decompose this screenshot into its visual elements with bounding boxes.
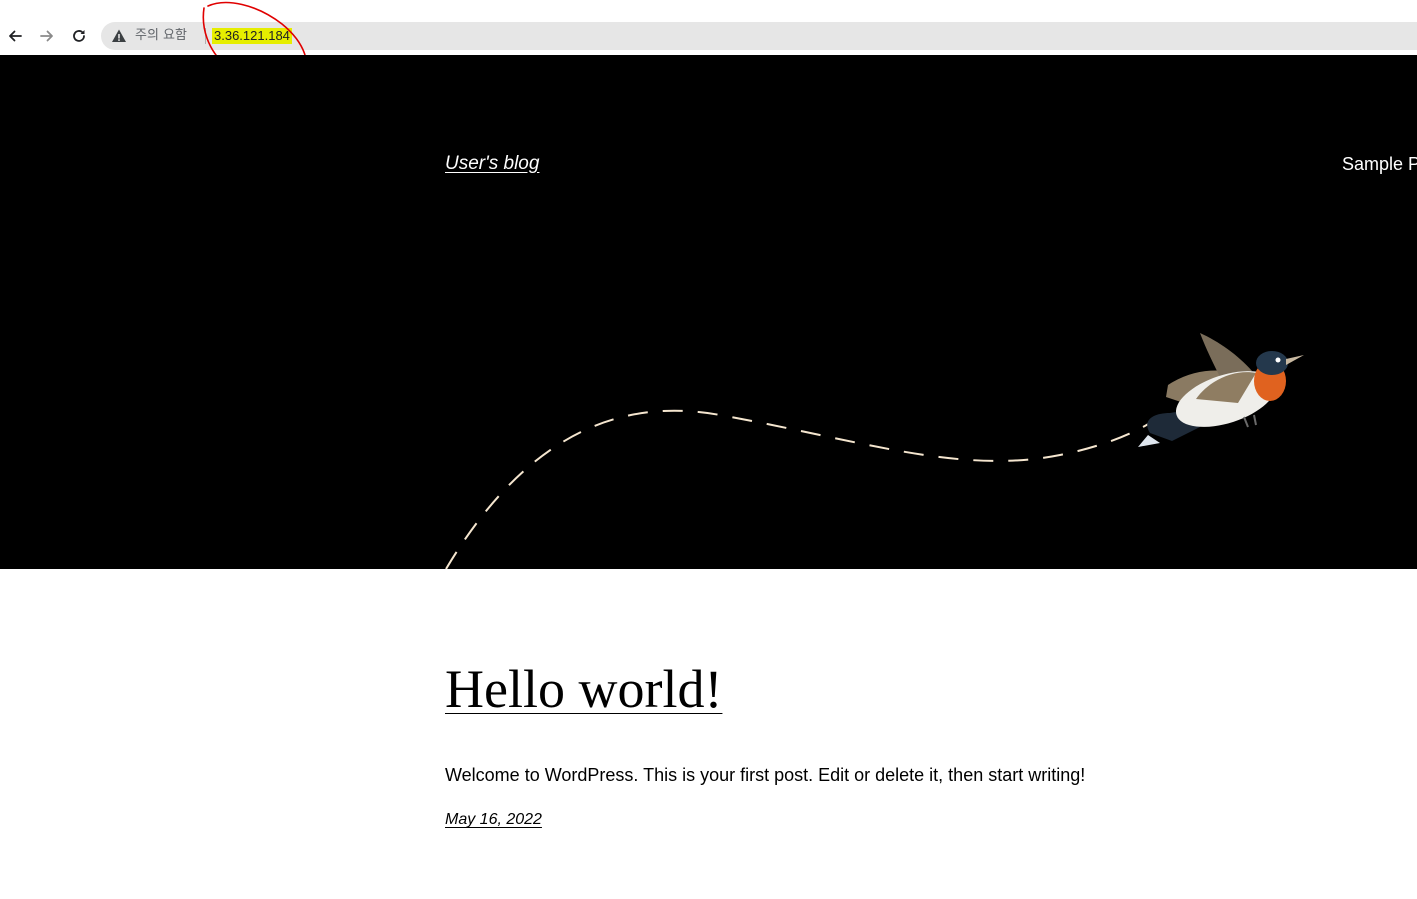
post-date-link[interactable]: May 16, 2022 [445, 811, 542, 829]
post-excerpt: Welcome to WordPress. This is your first… [445, 765, 1086, 785]
site-header: User's blog Sample Pa [0, 55, 1417, 569]
forward-button[interactable] [35, 24, 59, 48]
browser-toolbar: 주의 요함 3.36.121.184 [0, 0, 1417, 91]
omnibox-divider [205, 28, 206, 44]
site-title-link[interactable]: User's blog [445, 153, 539, 175]
nav-item-sample-page[interactable]: Sample Pa [1342, 154, 1417, 175]
bird-illustration [1138, 333, 1304, 447]
flight-path-line [445, 409, 1151, 569]
url-text[interactable]: 3.36.121.184 [212, 28, 292, 44]
post-title-link[interactable]: Hello world! [445, 657, 722, 721]
address-bar[interactable]: 주의 요함 3.36.121.184 [101, 22, 1417, 50]
forward-arrow-icon [40, 30, 53, 42]
warning-icon[interactable] [111, 28, 127, 44]
post-list: Hello world! Welcome to WordPress. This … [0, 569, 1417, 899]
hero-illustration [445, 333, 1304, 569]
reload-button[interactable] [67, 24, 91, 48]
back-arrow-icon [9, 30, 22, 42]
reload-icon [73, 30, 85, 42]
security-status-label[interactable]: 주의 요함 [135, 27, 187, 45]
back-button[interactable] [3, 24, 27, 48]
